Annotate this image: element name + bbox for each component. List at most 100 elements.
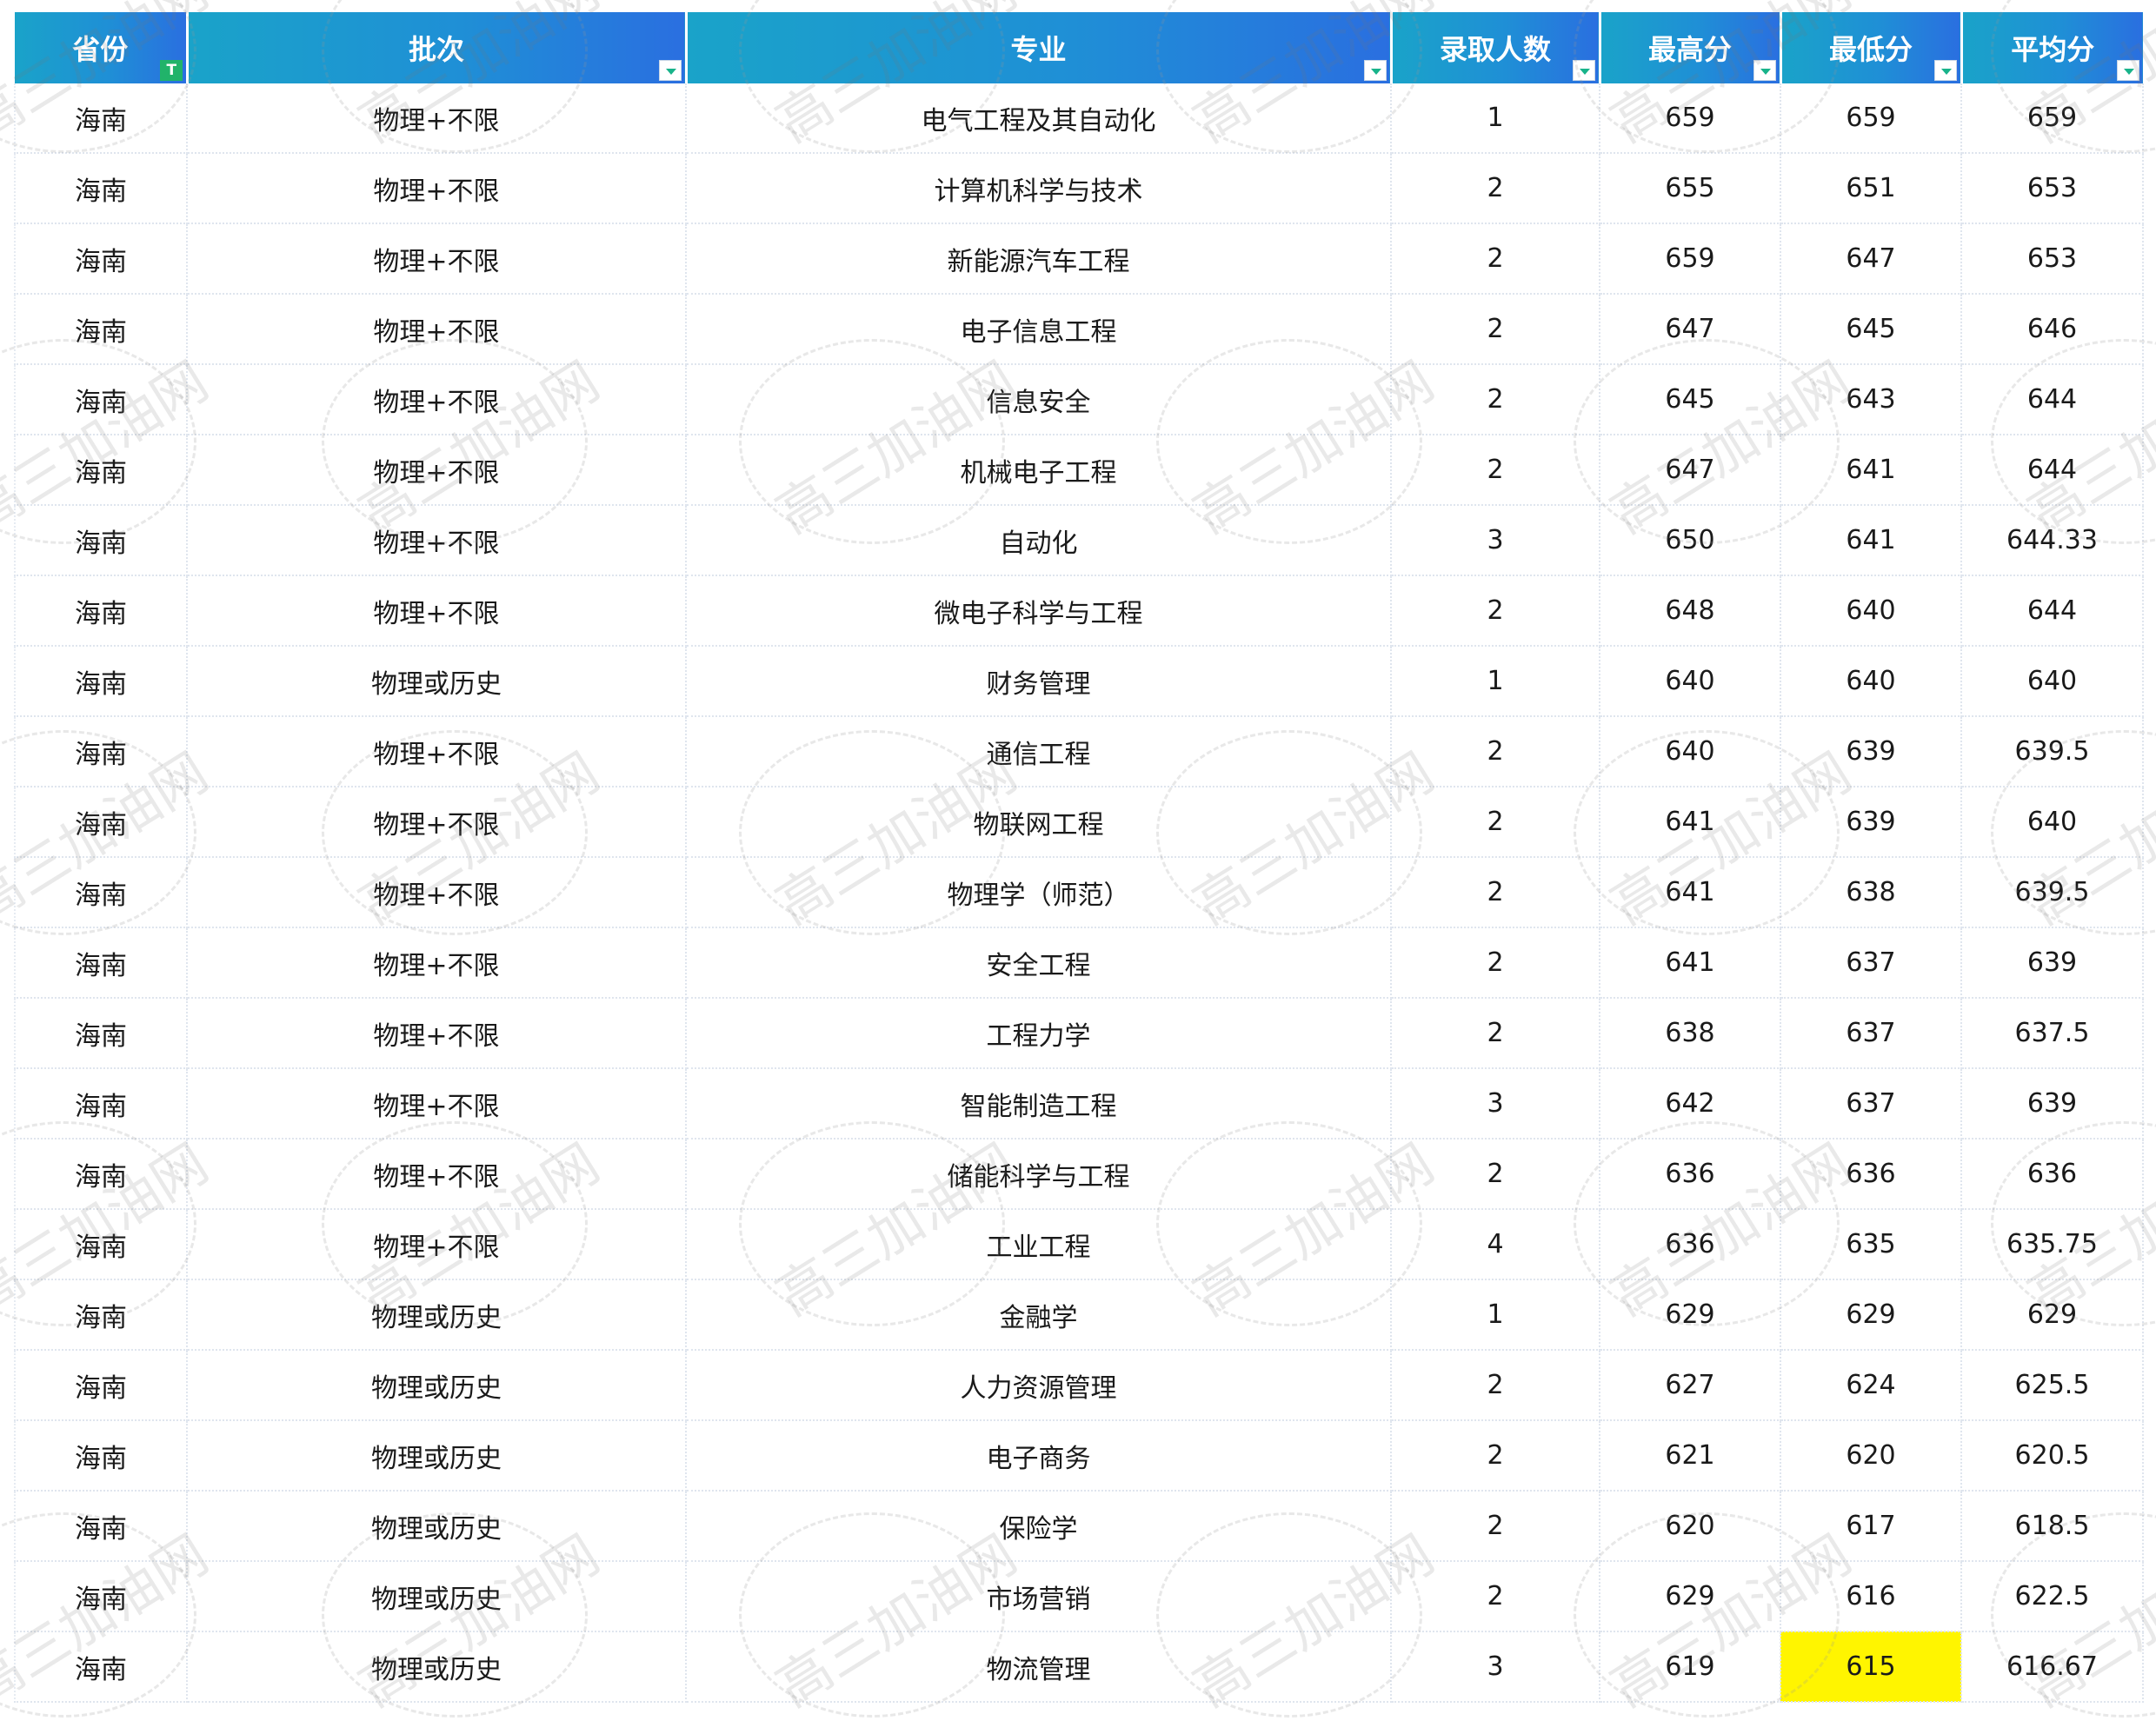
- average-score-cell[interactable]: 639.5: [1961, 857, 2144, 928]
- batch-cell[interactable]: 物理+不限: [187, 927, 687, 999]
- batch-cell[interactable]: 物理+不限: [187, 83, 687, 154]
- average-score-cell[interactable]: 629: [1961, 1279, 2144, 1351]
- average-score-cell[interactable]: 622.5: [1961, 1561, 2144, 1632]
- major-cell[interactable]: 智能制造工程: [686, 1068, 1392, 1140]
- lowest-score-cell[interactable]: 640: [1780, 646, 1962, 717]
- highest-score-cell[interactable]: 641: [1600, 927, 1781, 999]
- batch-cell[interactable]: 物理+不限: [187, 435, 687, 506]
- major-cell[interactable]: 人力资源管理: [686, 1350, 1392, 1421]
- admitted-count-cell[interactable]: 3: [1391, 1068, 1600, 1140]
- province-cell[interactable]: 海南: [14, 223, 188, 295]
- major-cell[interactable]: 微电子科学与工程: [686, 575, 1392, 647]
- filter-dropdown-icon[interactable]: [1363, 60, 1387, 81]
- major-cell[interactable]: 计算机科学与技术: [686, 153, 1392, 224]
- admitted-count-cell[interactable]: 2: [1391, 857, 1600, 928]
- province-cell[interactable]: 海南: [14, 927, 188, 999]
- major-cell[interactable]: 电子商务: [686, 1420, 1392, 1492]
- admitted-count-cell[interactable]: 2: [1391, 1350, 1600, 1421]
- province-cell[interactable]: 海南: [14, 1139, 188, 1210]
- batch-cell[interactable]: 物理+不限: [187, 998, 687, 1069]
- highest-score-cell[interactable]: 620: [1600, 1491, 1781, 1562]
- average-score-cell[interactable]: 640: [1961, 646, 2144, 717]
- average-score-cell[interactable]: 639.5: [1961, 716, 2144, 787]
- batch-cell[interactable]: 物理+不限: [187, 505, 687, 576]
- lowest-score-cell[interactable]: 651: [1780, 153, 1962, 224]
- batch-cell[interactable]: 物理+不限: [187, 1139, 687, 1210]
- average-score-cell[interactable]: 644: [1961, 575, 2144, 647]
- average-score-cell[interactable]: 635.75: [1961, 1209, 2144, 1280]
- major-cell[interactable]: 安全工程: [686, 927, 1392, 999]
- province-cell[interactable]: 海南: [14, 857, 188, 928]
- lowest-score-cell[interactable]: 620: [1780, 1420, 1962, 1492]
- province-cell[interactable]: 海南: [14, 1209, 188, 1280]
- lowest-score-cell[interactable]: 637: [1780, 998, 1962, 1069]
- admitted-count-cell[interactable]: 1: [1391, 83, 1600, 154]
- average-score-cell[interactable]: 618.5: [1961, 1491, 2144, 1562]
- province-cell[interactable]: 海南: [14, 1279, 188, 1351]
- highest-score-cell[interactable]: 647: [1600, 435, 1781, 506]
- average-score-cell[interactable]: 639: [1961, 927, 2144, 999]
- province-cell[interactable]: 海南: [14, 1068, 188, 1140]
- major-cell[interactable]: 自动化: [686, 505, 1392, 576]
- province-cell[interactable]: 海南: [14, 1420, 188, 1492]
- highest-score-cell[interactable]: 629: [1600, 1279, 1781, 1351]
- province-cell[interactable]: 海南: [14, 1350, 188, 1421]
- province-cell[interactable]: 海南: [14, 787, 188, 858]
- major-cell[interactable]: 电气工程及其自动化: [686, 83, 1392, 154]
- filter-dropdown-icon[interactable]: [1933, 60, 1957, 81]
- major-cell[interactable]: 物流管理: [686, 1631, 1392, 1703]
- highest-score-cell[interactable]: 621: [1600, 1420, 1781, 1492]
- batch-cell[interactable]: 物理或历史: [187, 1279, 687, 1351]
- major-cell[interactable]: 储能科学与工程: [686, 1139, 1392, 1210]
- admitted-count-cell[interactable]: 4: [1391, 1209, 1600, 1280]
- major-cell[interactable]: 信息安全: [686, 364, 1392, 435]
- lowest-score-cell[interactable]: 645: [1780, 294, 1962, 365]
- major-cell[interactable]: 物联网工程: [686, 787, 1392, 858]
- batch-cell[interactable]: 物理或历史: [187, 1491, 687, 1562]
- filter-active-icon[interactable]: [159, 60, 183, 81]
- batch-cell[interactable]: 物理或历史: [187, 1350, 687, 1421]
- filter-dropdown-icon[interactable]: [1572, 60, 1595, 81]
- highest-score-cell[interactable]: 650: [1600, 505, 1781, 576]
- lowest-score-cell[interactable]: 636: [1780, 1139, 1962, 1210]
- province-cell[interactable]: 海南: [14, 294, 188, 365]
- highest-score-cell[interactable]: 640: [1600, 716, 1781, 787]
- highest-score-cell[interactable]: 645: [1600, 364, 1781, 435]
- lowest-score-cell[interactable]: 624: [1780, 1350, 1962, 1421]
- major-cell[interactable]: 电子信息工程: [686, 294, 1392, 365]
- admitted-count-cell[interactable]: 2: [1391, 1139, 1600, 1210]
- highest-score-cell[interactable]: 659: [1600, 223, 1781, 295]
- average-score-cell[interactable]: 659: [1961, 83, 2144, 154]
- admitted-count-cell[interactable]: 3: [1391, 505, 1600, 576]
- average-score-cell[interactable]: 644: [1961, 435, 2144, 506]
- province-cell[interactable]: 海南: [14, 716, 188, 787]
- admitted-count-cell[interactable]: 2: [1391, 787, 1600, 858]
- province-cell[interactable]: 海南: [14, 1561, 188, 1632]
- highest-score-cell[interactable]: 641: [1600, 857, 1781, 928]
- lowest-score-cell[interactable]: 641: [1780, 505, 1962, 576]
- admitted-count-cell[interactable]: 2: [1391, 1420, 1600, 1492]
- province-cell[interactable]: 海南: [14, 1491, 188, 1562]
- lowest-score-cell[interactable]: 635: [1780, 1209, 1962, 1280]
- highest-score-cell[interactable]: 647: [1600, 294, 1781, 365]
- province-cell[interactable]: 海南: [14, 83, 188, 154]
- lowest-score-cell[interactable]: 641: [1780, 435, 1962, 506]
- average-score-cell[interactable]: 639: [1961, 1068, 2144, 1140]
- highest-score-cell[interactable]: 636: [1600, 1209, 1781, 1280]
- admitted-count-cell[interactable]: 2: [1391, 294, 1600, 365]
- batch-cell[interactable]: 物理+不限: [187, 153, 687, 224]
- lowest-score-cell[interactable]: 639: [1780, 787, 1962, 858]
- batch-cell[interactable]: 物理+不限: [187, 1068, 687, 1140]
- admitted-count-cell[interactable]: 2: [1391, 716, 1600, 787]
- major-cell[interactable]: 工程力学: [686, 998, 1392, 1069]
- lowest-score-cell[interactable]: 616: [1780, 1561, 1962, 1632]
- average-score-cell[interactable]: 625.5: [1961, 1350, 2144, 1421]
- average-score-cell[interactable]: 620.5: [1961, 1420, 2144, 1492]
- lowest-score-cell[interactable]: 647: [1780, 223, 1962, 295]
- major-cell[interactable]: 机械电子工程: [686, 435, 1392, 506]
- province-cell[interactable]: 海南: [14, 153, 188, 224]
- filter-dropdown-icon[interactable]: [2117, 60, 2139, 81]
- batch-cell[interactable]: 物理或历史: [187, 1561, 687, 1632]
- admitted-count-cell[interactable]: 1: [1391, 1279, 1600, 1351]
- admitted-count-cell[interactable]: 2: [1391, 998, 1600, 1069]
